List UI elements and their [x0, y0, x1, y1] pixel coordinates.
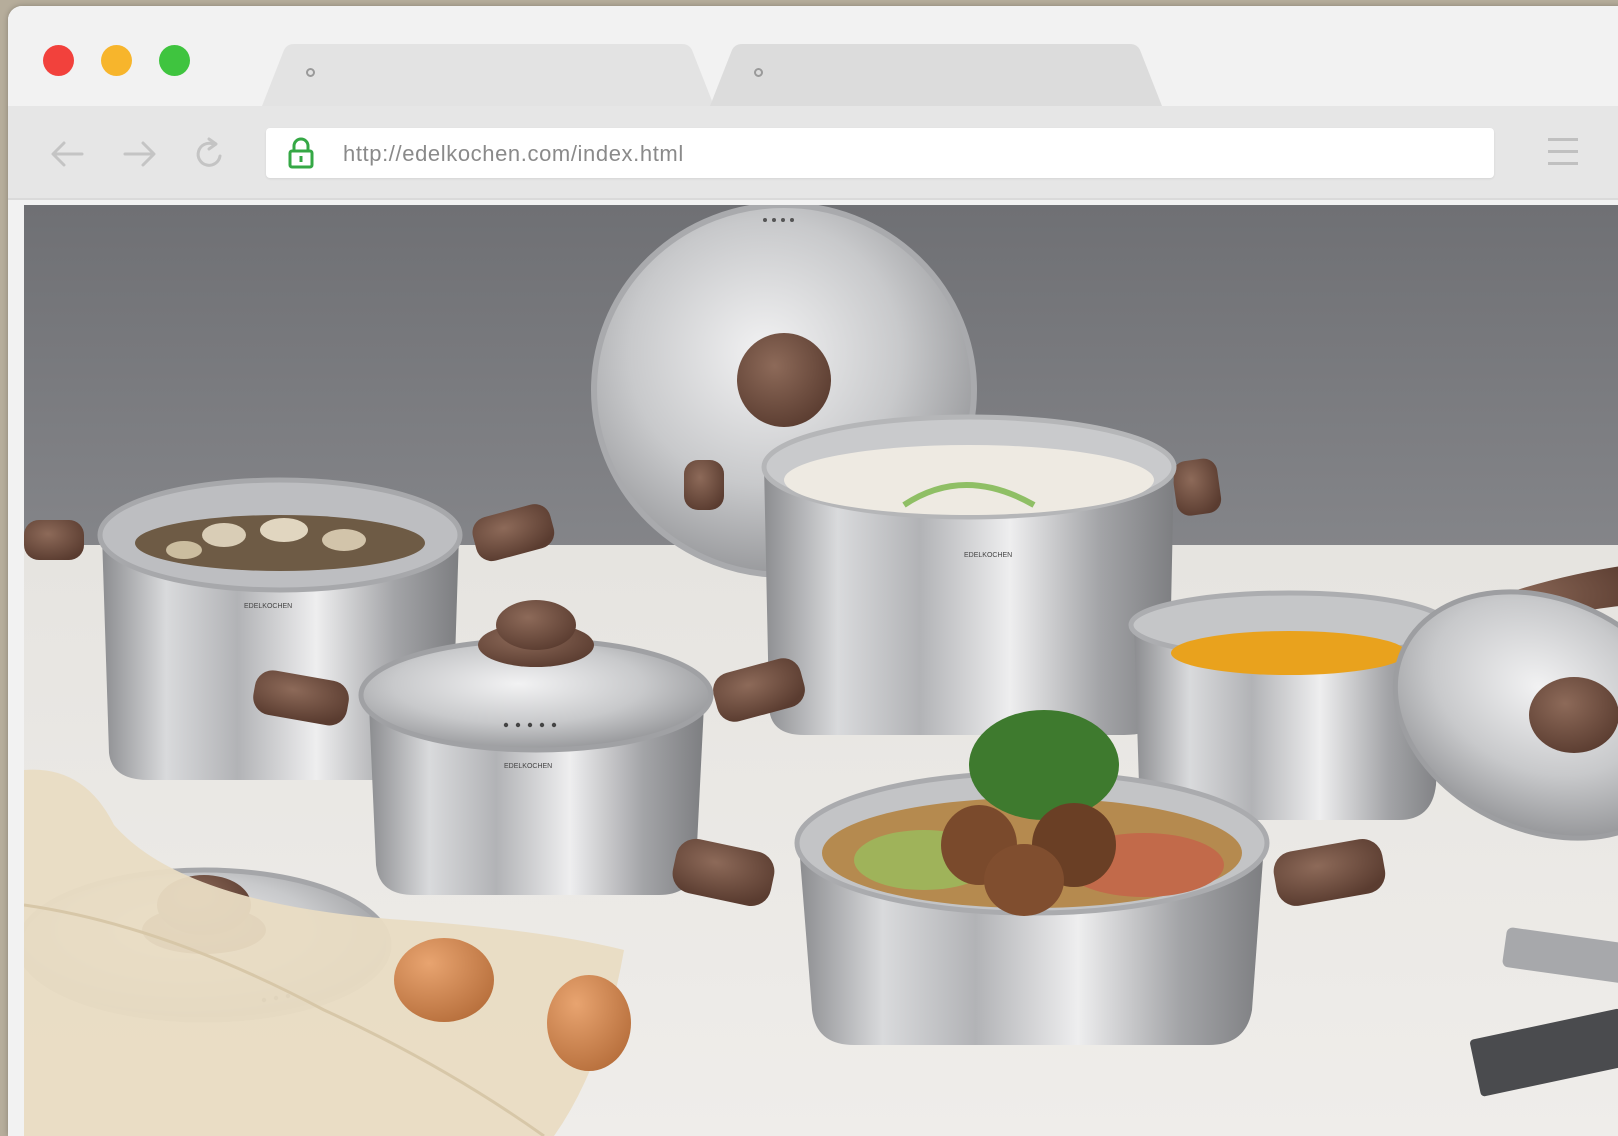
svg-text:EDELKOCHEN: EDELKOCHEN [244, 603, 292, 610]
lock-icon [288, 137, 314, 169]
reload-button[interactable] [189, 134, 229, 174]
back-button[interactable] [48, 134, 88, 174]
mushroom [984, 844, 1064, 916]
cookware-hero-image: EDELKOCHEN EDELKOCHEN EDELKOCHEN [24, 205, 1618, 1136]
close-window-button[interactable] [43, 45, 74, 76]
tab-shape [710, 44, 1162, 106]
egg [547, 975, 631, 1071]
browser-toolbar: http://edelkochen.com/index.html [8, 106, 1618, 200]
hamburger-menu-icon[interactable] [1548, 138, 1578, 168]
pot-brand-mark: EDELKOCHEN [964, 552, 1012, 559]
browser-window: http://edelkochen.com/index.html EDELKOC… [8, 6, 1618, 1136]
browser-tab-2[interactable] [710, 44, 1162, 106]
tab-bar [8, 6, 1618, 106]
minimize-window-button[interactable] [101, 45, 132, 76]
herb-garnish [969, 710, 1119, 820]
maximize-window-button[interactable] [159, 45, 190, 76]
svg-text:EDELKOCHEN: EDELKOCHEN [504, 763, 552, 770]
address-bar[interactable]: http://edelkochen.com/index.html [266, 128, 1494, 178]
tab-favicon-placeholder-icon [754, 68, 763, 77]
tab-shape [262, 44, 714, 106]
reload-icon [196, 137, 222, 167]
url-text: http://edelkochen.com/index.html [343, 141, 684, 166]
forward-button[interactable] [119, 134, 159, 174]
browser-tab-1[interactable] [262, 44, 714, 106]
tab-favicon-placeholder-icon [306, 68, 315, 77]
arrow-left-icon [51, 141, 84, 167]
page-content: EDELKOCHEN EDELKOCHEN EDELKOCHEN [24, 205, 1618, 1136]
egg [394, 938, 494, 1022]
arrow-right-icon [123, 141, 156, 167]
